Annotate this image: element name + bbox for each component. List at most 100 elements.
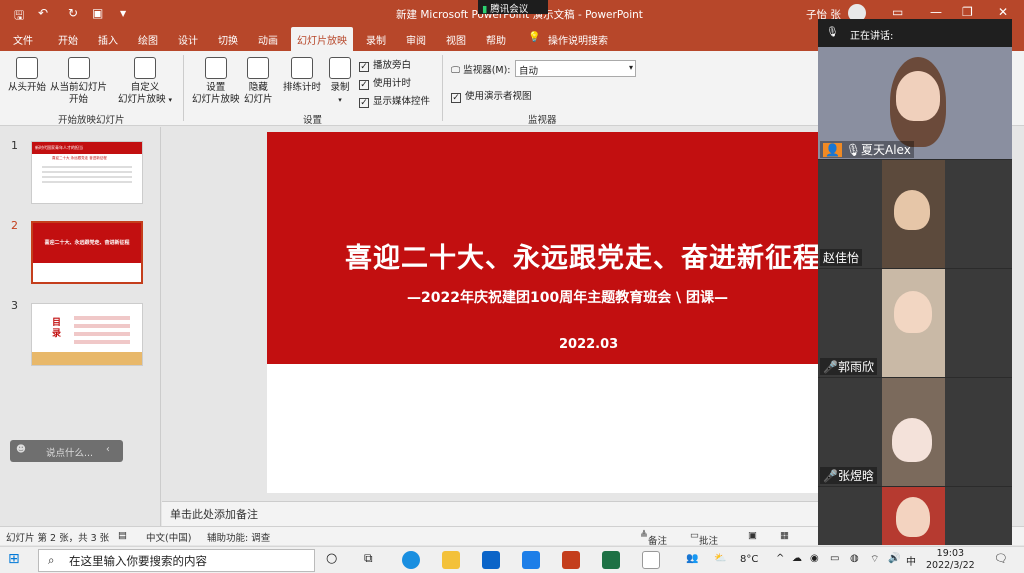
presenter-view-checkbox[interactable]: ✓ 使用演示者视图 [451, 88, 532, 103]
meeting-header: 🎙 正在讲话: [818, 19, 1012, 47]
hide-slide-button[interactable]: 隐藏 幻灯片 [244, 57, 273, 106]
timer-icon [291, 57, 313, 79]
redo-icon[interactable]: ↻ [68, 6, 78, 20]
tencent-meeting-icon[interactable] [522, 551, 540, 569]
current-slide[interactable]: 喜迎二十大、永远跟党走、奋进新征程 —2022年庆祝建团100周年主题教育班会 … [267, 132, 827, 493]
file-explorer-icon[interactable] [442, 551, 460, 569]
notes-pane[interactable]: 单击此处添加备注 [162, 501, 818, 526]
separator [183, 55, 184, 121]
signal-icon: ▮ [482, 4, 488, 15]
monitor-select[interactable]: 自动 ▾ [515, 60, 636, 77]
proofing-icon[interactable]: ▤ [118, 530, 127, 541]
slide-date[interactable]: 2022.03 [559, 337, 618, 352]
tab-transitions[interactable]: 切换 [218, 32, 238, 47]
collapse-icon[interactable]: ‹ [106, 444, 110, 455]
play-narration-checkbox[interactable]: ✓ 播放旁白 [359, 57, 411, 72]
separator [442, 55, 443, 121]
participant-name: 🎤张煜晗 [820, 467, 877, 484]
from-current-button[interactable]: 从当前幻灯片 开始 [50, 57, 107, 106]
notification-icon[interactable]: 🗨 [994, 552, 1008, 565]
video-tile-1[interactable]: 👤 🎙夏天Alex [818, 47, 1012, 159]
slide-number: 3 [11, 299, 18, 312]
thumb-header: 新时代国家青年人才的担当 [32, 142, 142, 154]
chat-input[interactable]: ☻ 说点什么... ‹ [10, 440, 123, 462]
tab-record[interactable]: 录制 [366, 32, 386, 47]
cortana-icon[interactable]: ○ [326, 551, 337, 566]
slide-thumbnail-2[interactable]: 喜迎二十大、永远跟党走、奋进新征程 [31, 221, 143, 284]
slide-number: 1 [11, 139, 18, 152]
tab-home[interactable]: 开始 [58, 32, 78, 47]
people-icon[interactable]: 👥 [686, 553, 698, 564]
cloud-icon[interactable]: ☁ [792, 553, 802, 564]
monitor-label: 🖵 监视器(M): [451, 65, 511, 76]
custom-slideshow-button[interactable]: 自定义 幻灯片放映 ▾ [118, 57, 172, 106]
tab-draw[interactable]: 绘图 [138, 32, 158, 47]
ime-indicator[interactable]: 中 [906, 553, 916, 568]
emoji-icon[interactable]: ☻ [16, 444, 26, 455]
tell-me-search[interactable]: 操作说明搜索 [548, 32, 608, 47]
qq-icon[interactable] [642, 551, 660, 569]
save-icon[interactable]: 🖫 [14, 6, 24, 27]
language-status[interactable]: 中文(中国) [146, 530, 191, 544]
edge-icon[interactable] [402, 551, 420, 569]
present-icon[interactable]: ▣ [92, 6, 103, 20]
network-icon[interactable]: ◍ [850, 553, 859, 564]
tab-animations[interactable]: 动画 [258, 32, 278, 47]
from-start-button[interactable]: 从头开始 [8, 57, 46, 94]
accessibility-status[interactable]: 辅助功能: 调查 [207, 530, 270, 544]
record-button[interactable]: 录制 ▾ [329, 57, 351, 106]
taskbar-search[interactable]: ⌕ 在这里输入你要搜索的内容 [38, 549, 315, 572]
show-media-controls-checkbox[interactable]: ✓ 显示媒体控件 [359, 93, 430, 108]
battery-icon[interactable]: ▭ [830, 553, 839, 564]
slide-thumbnail-1[interactable]: 新时代国家青年人才的担当 喜迎二十大 永远跟党走 奋进新征程 [31, 141, 143, 204]
host-icon: 👤 [823, 143, 842, 157]
use-timings-checkbox[interactable]: ✓ 使用计时 [359, 75, 411, 90]
tab-view[interactable]: 视图 [446, 32, 466, 47]
taskbar: ⊞ ⌕ 在这里输入你要搜索的内容 ○ ⧉ 👥 ⛅ 8°C ^ ☁ ◉ ▭ ◍ ⌔… [0, 546, 1024, 573]
participant-face [894, 291, 932, 333]
checkbox-checked-icon: ✓ [359, 62, 369, 72]
sorter-view-icon[interactable]: ▦ [780, 530, 789, 541]
tab-insert[interactable]: 插入 [98, 32, 118, 47]
notes-toggle-button[interactable]: ≜ 备注 [640, 530, 667, 547]
clock[interactable]: 19:03 2022/3/22 [926, 548, 975, 572]
participant-name: 🎤郭雨欣 [820, 358, 877, 375]
app-tray-icon[interactable]: ◉ [810, 553, 819, 564]
temperature[interactable]: 8°C [740, 554, 758, 565]
checkbox-checked-icon: ✓ [359, 80, 369, 90]
slide-subtitle[interactable]: —2022年庆祝建团100周年主题教育班会 \ 团课— [407, 287, 728, 307]
restore-icon[interactable]: ❐ [962, 5, 973, 19]
video-tile-4[interactable]: 🎤张煜晗 [818, 378, 1012, 486]
powerpoint-icon[interactable] [562, 551, 580, 569]
volume-icon[interactable]: 🔊 [888, 553, 900, 564]
slide-headline[interactable]: 喜迎二十大、永远跟党走、奋进新征程 [345, 236, 821, 275]
monitor-icon: 🖵 [451, 65, 461, 76]
comments-toggle-button[interactable]: ▭ 批注 [690, 530, 718, 547]
video-tile-5[interactable] [818, 487, 1012, 545]
rehearse-timings-button[interactable]: 排练计时 [283, 57, 321, 94]
tab-file[interactable]: 文件 [13, 32, 33, 47]
excel-icon[interactable] [602, 551, 620, 569]
task-view-icon[interactable]: ⧉ [364, 551, 373, 566]
mic-icon[interactable]: 🎙 [826, 27, 839, 38]
tab-review[interactable]: 审阅 [406, 32, 426, 47]
tab-slideshow[interactable]: 幻灯片放映 [291, 27, 353, 51]
meeting-badge[interactable]: ▮ 腾讯会议 [478, 0, 548, 15]
start-icon[interactable]: ⊞ [8, 551, 20, 567]
ribbon-display-icon[interactable]: ▭ [892, 5, 903, 19]
setup-slideshow-button[interactable]: 设置 幻灯片放映 [192, 57, 240, 106]
wifi-icon[interactable]: ⌔ [870, 553, 879, 566]
customize-icon[interactable]: ▼ [120, 9, 126, 18]
tray-up-icon[interactable]: ^ [776, 553, 784, 564]
slide-thumbnail-3[interactable]: 目录 [31, 303, 143, 366]
tab-design[interactable]: 设计 [178, 32, 198, 47]
close-icon[interactable]: ✕ [998, 5, 1008, 19]
mail-icon[interactable] [482, 551, 500, 569]
minimize-icon[interactable]: — [930, 5, 942, 19]
tab-help[interactable]: 帮助 [486, 32, 506, 47]
undo-icon[interactable]: ↶ [38, 6, 48, 20]
video-tile-2[interactable]: 赵佳怡 [818, 160, 1012, 268]
speaking-label: 正在讲话: [850, 31, 894, 42]
normal-view-icon[interactable]: ▣ [748, 530, 757, 541]
video-tile-3[interactable]: 🎤郭雨欣 [818, 269, 1012, 377]
